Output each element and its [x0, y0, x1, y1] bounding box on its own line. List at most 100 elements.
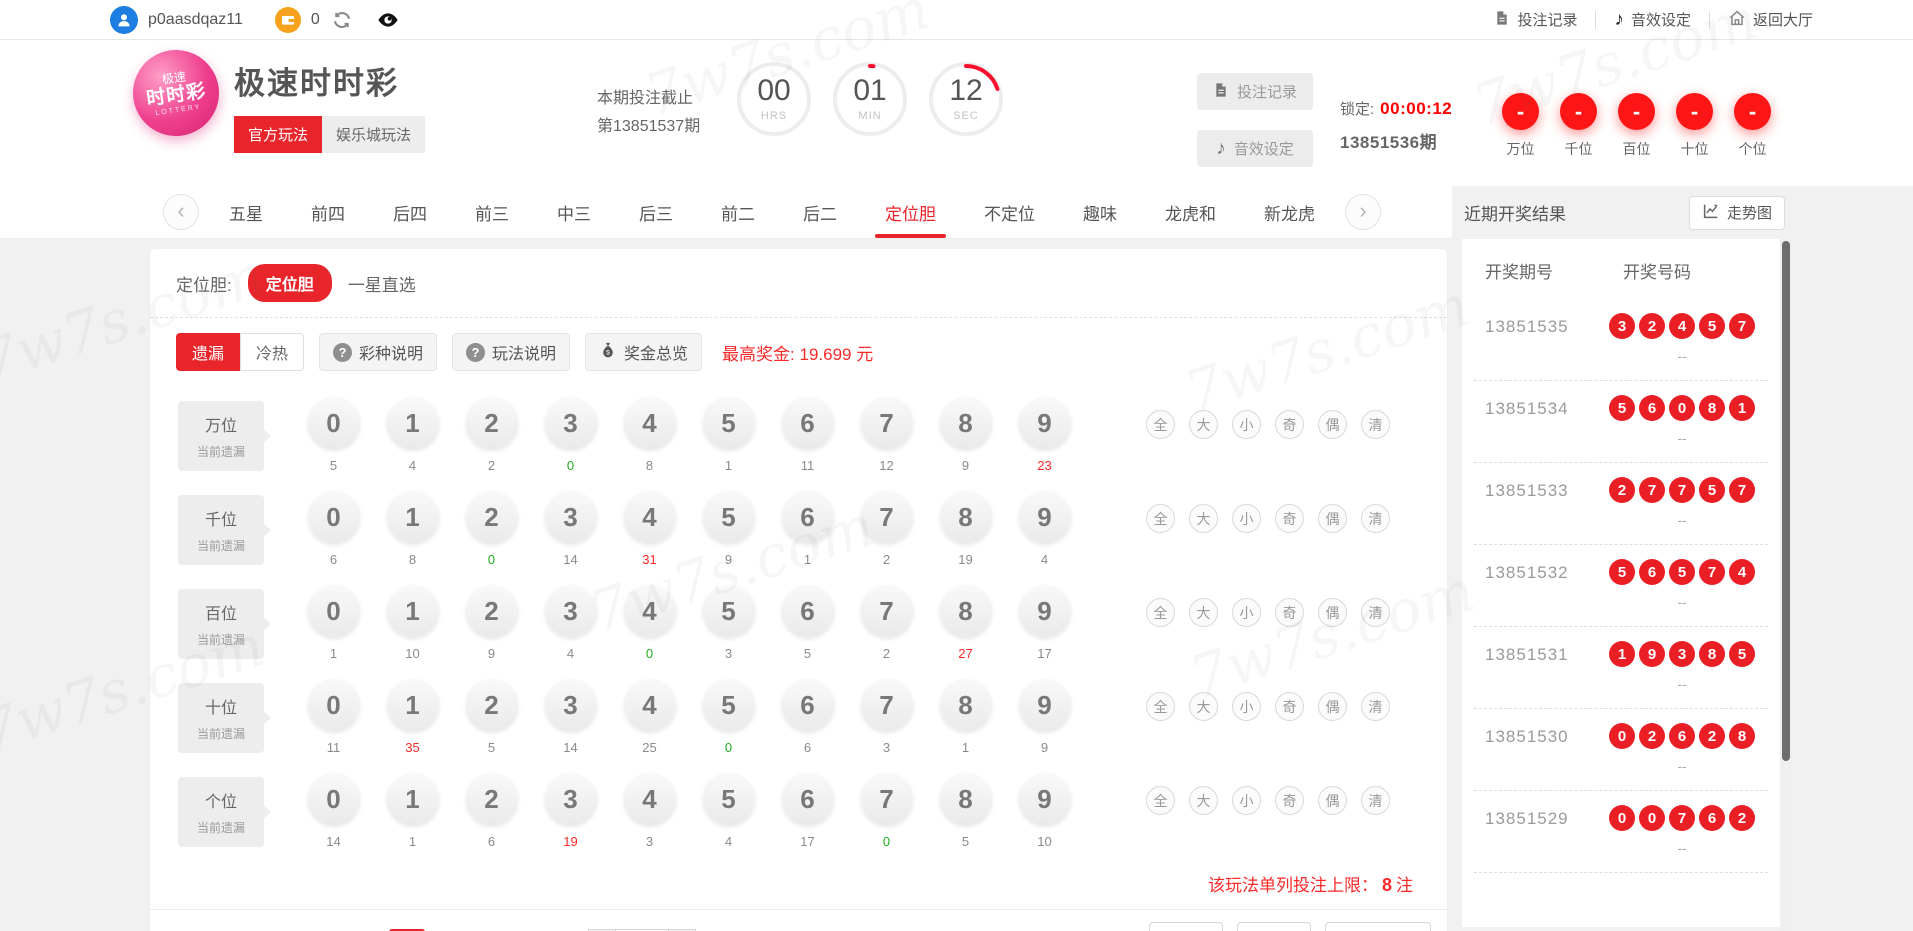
quick-奇-百位[interactable]: 奇 — [1275, 598, 1304, 627]
digit-千位-5[interactable]: 59 — [689, 491, 768, 567]
quick-大-万位[interactable]: 大 — [1189, 410, 1218, 439]
digit-万位-6[interactable]: 611 — [768, 397, 847, 473]
tab-后二[interactable]: 后二 — [779, 186, 861, 238]
digit-百位-0[interactable]: 01 — [294, 585, 373, 661]
digit-千位-1[interactable]: 18 — [373, 491, 452, 567]
digit-千位-4[interactable]: 431 — [610, 491, 689, 567]
digit-千位-7[interactable]: 72 — [847, 491, 926, 567]
quick-偶-百位[interactable]: 偶 — [1318, 598, 1347, 627]
position-value[interactable]: - — [1734, 93, 1771, 130]
tab-前二[interactable]: 前二 — [697, 186, 779, 238]
digit-百位-5[interactable]: 53 — [689, 585, 768, 661]
tab-前三[interactable]: 前三 — [451, 186, 533, 238]
digit-万位-7[interactable]: 712 — [847, 397, 926, 473]
tab-龙虎和[interactable]: 龙虎和 — [1141, 186, 1240, 238]
position-value[interactable]: - — [1560, 93, 1597, 130]
wallet-icon[interactable] — [275, 7, 301, 33]
subplay-link[interactable]: 一星直选 — [348, 271, 416, 296]
tab-新龙虎[interactable]: 新龙虎 — [1240, 186, 1339, 238]
digit-万位-8[interactable]: 89 — [926, 397, 1005, 473]
quick-清-十位[interactable]: 清 — [1361, 692, 1390, 721]
quick-奇-个位[interactable]: 奇 — [1275, 786, 1304, 815]
digit-个位-1[interactable]: 11 — [373, 773, 452, 849]
help-button-玩法说明[interactable]: ?玩法说明 — [452, 333, 570, 371]
digit-个位-8[interactable]: 85 — [926, 773, 1005, 849]
digit-十位-2[interactable]: 25 — [452, 679, 531, 755]
header-quick-button-0[interactable]: 投注记录 — [1197, 73, 1313, 110]
user-avatar-icon[interactable] — [110, 6, 138, 34]
action-机选[interactable]: 机选 — [1149, 922, 1223, 931]
action-清空投注[interactable]: 清空投注 — [1325, 922, 1431, 931]
digit-千位-9[interactable]: 94 — [1005, 491, 1084, 567]
quick-全-百位[interactable]: 全 — [1146, 598, 1175, 627]
quick-清-百位[interactable]: 清 — [1361, 598, 1390, 627]
topbar-link-1[interactable]: ♪音效设定 — [1614, 9, 1691, 30]
digit-个位-3[interactable]: 319 — [531, 773, 610, 849]
toggle-冷热[interactable]: 冷热 — [240, 333, 304, 371]
digit-个位-4[interactable]: 43 — [610, 773, 689, 849]
quick-清-万位[interactable]: 清 — [1361, 410, 1390, 439]
tab-五星[interactable]: 五星 — [205, 186, 287, 238]
digit-十位-1[interactable]: 135 — [373, 679, 452, 755]
quick-全-千位[interactable]: 全 — [1146, 504, 1175, 533]
tab-趣味[interactable]: 趣味 — [1059, 186, 1141, 238]
quick-大-个位[interactable]: 大 — [1189, 786, 1218, 815]
quick-小-个位[interactable]: 小 — [1232, 786, 1261, 815]
tab-后三[interactable]: 后三 — [615, 186, 697, 238]
digit-个位-5[interactable]: 54 — [689, 773, 768, 849]
digit-百位-8[interactable]: 827 — [926, 585, 1005, 661]
digit-十位-4[interactable]: 425 — [610, 679, 689, 755]
quick-全-万位[interactable]: 全 — [1146, 410, 1175, 439]
digit-个位-2[interactable]: 26 — [452, 773, 531, 849]
sidebar-scrollbar-thumb[interactable] — [1782, 241, 1790, 761]
help-button-彩种说明[interactable]: ?彩种说明 — [319, 333, 437, 371]
tab-后四[interactable]: 后四 — [369, 186, 451, 238]
quick-奇-千位[interactable]: 奇 — [1275, 504, 1304, 533]
digit-十位-3[interactable]: 314 — [531, 679, 610, 755]
quick-大-千位[interactable]: 大 — [1189, 504, 1218, 533]
subplay-pill-active[interactable]: 定位胆 — [248, 264, 332, 302]
digit-万位-9[interactable]: 923 — [1005, 397, 1084, 473]
digit-千位-2[interactable]: 20 — [452, 491, 531, 567]
digit-百位-1[interactable]: 110 — [373, 585, 452, 661]
sidebar-scrollbar-track[interactable] — [1780, 239, 1792, 931]
toggle-遗漏[interactable]: 遗漏 — [176, 333, 240, 371]
header-quick-button-1[interactable]: ♪音效设定 — [1197, 130, 1313, 167]
digit-百位-3[interactable]: 34 — [531, 585, 610, 661]
digit-十位-9[interactable]: 99 — [1005, 679, 1084, 755]
refresh-icon[interactable] — [330, 8, 354, 32]
tab-前四[interactable]: 前四 — [287, 186, 369, 238]
digit-万位-3[interactable]: 30 — [531, 397, 610, 473]
eye-icon[interactable] — [376, 8, 400, 32]
digit-十位-5[interactable]: 50 — [689, 679, 768, 755]
prize-overview-button[interactable]: $ 奖金总览 — [585, 333, 702, 371]
play-mode-1[interactable]: 娱乐城玩法 — [322, 116, 425, 153]
quick-奇-十位[interactable]: 奇 — [1275, 692, 1304, 721]
position-value[interactable]: - — [1618, 93, 1655, 130]
position-value[interactable]: - — [1676, 93, 1713, 130]
digit-万位-1[interactable]: 14 — [373, 397, 452, 473]
digit-万位-2[interactable]: 22 — [452, 397, 531, 473]
position-value[interactable]: - — [1502, 93, 1539, 130]
quick-全-十位[interactable]: 全 — [1146, 692, 1175, 721]
trend-chart-button[interactable]: 走势图 — [1689, 196, 1785, 230]
quick-全-个位[interactable]: 全 — [1146, 786, 1175, 815]
quick-大-百位[interactable]: 大 — [1189, 598, 1218, 627]
tabs-next-button[interactable]: › — [1345, 194, 1381, 230]
play-mode-0[interactable]: 官方玩法 — [234, 116, 322, 153]
digit-个位-9[interactable]: 910 — [1005, 773, 1084, 849]
tab-不定位[interactable]: 不定位 — [960, 186, 1059, 238]
digit-千位-6[interactable]: 61 — [768, 491, 847, 567]
digit-个位-0[interactable]: 014 — [294, 773, 373, 849]
digit-千位-0[interactable]: 06 — [294, 491, 373, 567]
digit-百位-9[interactable]: 917 — [1005, 585, 1084, 661]
tab-定位胆[interactable]: 定位胆 — [861, 186, 960, 238]
tab-中三[interactable]: 中三 — [533, 186, 615, 238]
topbar-link-0[interactable]: 投注记录 — [1494, 9, 1577, 30]
quick-清-千位[interactable]: 清 — [1361, 504, 1390, 533]
quick-偶-十位[interactable]: 偶 — [1318, 692, 1347, 721]
action-添加[interactable]: 添加 — [1237, 922, 1311, 931]
digit-个位-6[interactable]: 617 — [768, 773, 847, 849]
digit-万位-5[interactable]: 51 — [689, 397, 768, 473]
quick-小-千位[interactable]: 小 — [1232, 504, 1261, 533]
